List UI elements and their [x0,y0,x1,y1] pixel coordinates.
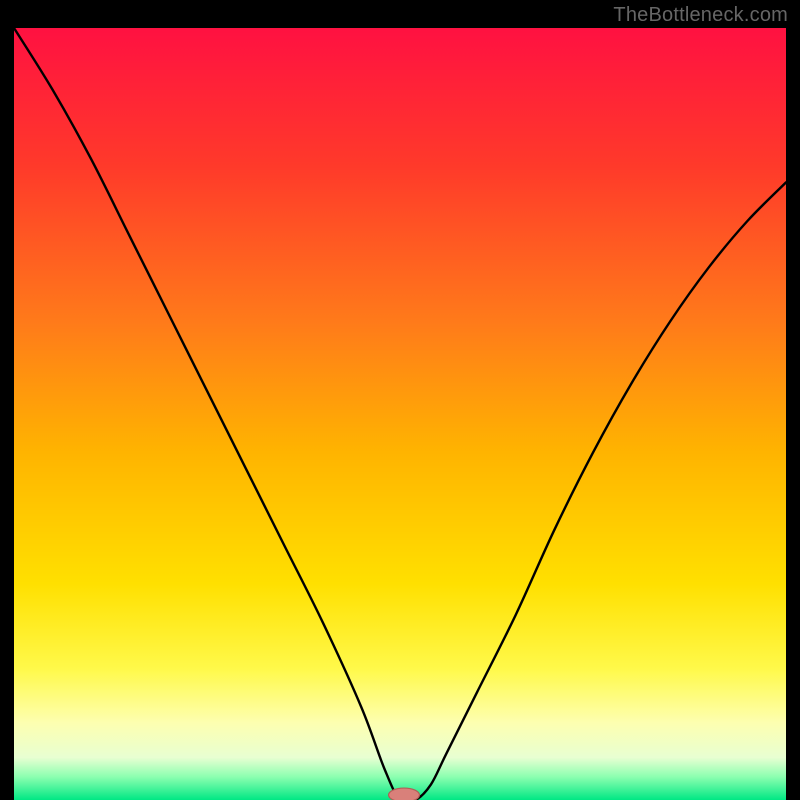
chart-frame: TheBottleneck.com [0,0,800,800]
plot-area [14,28,786,800]
optimum-marker [386,786,421,800]
watermark-text: TheBottleneck.com [613,4,788,27]
bottleneck-curve [14,28,786,800]
